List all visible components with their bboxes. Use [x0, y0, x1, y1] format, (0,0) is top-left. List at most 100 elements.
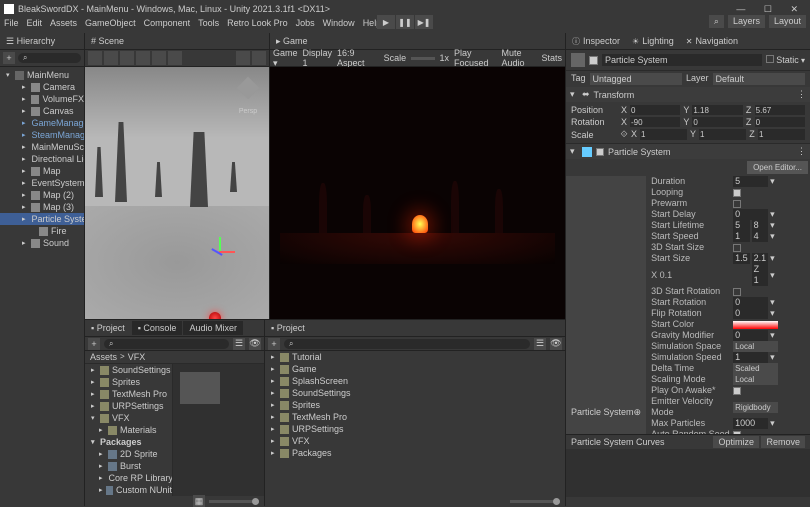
curve-dropdown-icon[interactable]: ▾ [770, 308, 778, 319]
ps-checkbox[interactable] [733, 189, 741, 197]
project-folder[interactable]: ▸URPSettings [85, 400, 172, 412]
play-focused[interactable]: Play Focused [454, 48, 496, 68]
project2-search[interactable]: ⌕ [284, 339, 530, 349]
maximize-button[interactable]: ☐ [756, 2, 780, 16]
tool-rotate[interactable] [120, 51, 134, 65]
project2-item[interactable]: ▸SoundSettings [265, 387, 565, 399]
mute-toggle[interactable]: Mute Audio [501, 48, 536, 68]
hierarchy-item[interactable]: ▸Particle System [0, 213, 84, 225]
static-checkbox[interactable] [766, 55, 774, 63]
ps-field[interactable]: 1 [733, 231, 750, 242]
ps-field[interactable]: 5 [733, 176, 768, 187]
ps-checkbox[interactable] [733, 387, 741, 395]
layers-dropdown[interactable]: Layers [728, 15, 765, 28]
package-item[interactable]: ▸2D Sprite [85, 448, 172, 460]
package-item[interactable]: ▸Custom NUnit [85, 484, 172, 496]
step-button[interactable]: ▶❚ [415, 15, 433, 29]
menu-retro look pro[interactable]: Retro Look Pro [227, 18, 288, 33]
scale-x[interactable] [640, 129, 687, 140]
hierarchy-item[interactable]: ▸SteamManager [0, 129, 84, 141]
project-tab[interactable]: ▪ Project [85, 321, 131, 335]
project2-item[interactable]: ▸TextMesh Pro [265, 411, 565, 423]
hierarchy-tab[interactable]: ☰ Hierarchy [0, 34, 61, 49]
search-icon[interactable]: ⌕ [709, 15, 724, 28]
project2-item[interactable]: ▸Sprites [265, 399, 565, 411]
project2-item[interactable]: ▸VFX [265, 435, 565, 447]
project2-item[interactable]: ▸URPSettings [265, 423, 565, 435]
component-menu-icon[interactable]: ⋮ [797, 89, 806, 100]
layout-dropdown[interactable]: Layout [769, 15, 806, 28]
game-tab[interactable]: ▸ Game [270, 34, 314, 49]
position-z[interactable] [755, 105, 805, 115]
list-view-icon[interactable]: ▦ [193, 495, 205, 507]
audio-mixer-tab[interactable]: Audio Mixer [183, 321, 243, 335]
ps-dropdown[interactable]: Rigidbody [733, 402, 778, 413]
curves-optimize[interactable]: Optimize [713, 436, 759, 448]
ps-checkbox[interactable] [733, 244, 741, 252]
game-dropdown[interactable]: Game ▾ [273, 48, 298, 69]
navigation-tab[interactable]: ✕ Navigation [680, 33, 744, 49]
curve-dropdown-icon[interactable]: ▾ [770, 297, 778, 308]
display-dropdown[interactable]: Display 1 [303, 48, 333, 68]
lighting-tab[interactable]: ☀ Lighting [626, 33, 680, 49]
packages-header[interactable]: ▾Packages [85, 436, 172, 448]
curve-dropdown-icon[interactable]: ▾ [770, 220, 778, 231]
package-item[interactable]: ▸Core RP Library [85, 472, 172, 484]
project2-item[interactable]: ▸SplashScreen [265, 375, 565, 387]
curves-remove[interactable]: Remove [761, 436, 805, 448]
ps-field[interactable]: 1000 [733, 418, 768, 429]
transform-gizmo[interactable] [205, 237, 235, 267]
ps-main-module[interactable]: Particle System⊕ Duration5▾LoopingPrewar… [566, 176, 810, 434]
hierarchy-item[interactable]: ▸Directional Light [0, 153, 84, 165]
transform-header[interactable]: ▾⬌Transform ⋮ [566, 87, 810, 102]
rotation-z[interactable] [755, 117, 805, 127]
ps-field[interactable]: 4 [752, 231, 769, 242]
ps-field[interactable]: 0 [733, 308, 768, 319]
scene-tab[interactable]: # Scene [85, 34, 130, 48]
hierarchy-search[interactable]: ⌕ [18, 53, 81, 63]
hierarchy-item[interactable]: ▸Camera [0, 81, 84, 93]
rotation-y[interactable] [692, 117, 742, 127]
ps-field[interactable]: 0 [733, 209, 768, 220]
position-x[interactable] [630, 105, 680, 115]
ps-field[interactable]: 5 [733, 220, 750, 231]
hierarchy-item[interactable]: Fire [0, 225, 84, 237]
ps-checkbox[interactable] [733, 288, 741, 296]
project-folder[interactable]: ▸SoundSettings [85, 364, 172, 376]
scale-z[interactable] [758, 129, 805, 140]
menu-assets[interactable]: Assets [50, 18, 77, 33]
curve-dropdown-icon[interactable]: ▾ [770, 418, 778, 429]
package-item[interactable]: ▸Burst [85, 460, 172, 472]
play-button[interactable]: ▶ [377, 15, 395, 29]
filter-icon[interactable]: ☰ [534, 338, 546, 350]
curve-dropdown-icon[interactable]: ▾ [770, 176, 778, 187]
curve-dropdown-icon[interactable]: ▾ [770, 270, 778, 281]
project-folder[interactable]: ▸Sprites [85, 376, 172, 388]
breadcrumb[interactable]: Assets > VFX [85, 351, 264, 364]
inspector-tab[interactable]: ⓘ Inspector [566, 33, 626, 49]
hierarchy-item[interactable]: ▸Map (2) [0, 189, 84, 201]
hierarchy-item[interactable]: ▸MainMenuSceneCo [0, 141, 84, 153]
menu-window[interactable]: Window [323, 18, 355, 33]
hierarchy-item[interactable]: ▸Map (3) [0, 201, 84, 213]
curve-dropdown-icon[interactable]: ▾ [770, 330, 778, 341]
ps-checkbox[interactable] [733, 200, 741, 208]
menu-component[interactable]: Component [144, 18, 191, 33]
hierarchy-item[interactable]: ▸Canvas [0, 105, 84, 117]
ps-dropdown[interactable]: Local [733, 341, 778, 352]
orientation-gizmo[interactable]: Persp [233, 73, 263, 103]
scene-root[interactable]: ▾ MainMenu [0, 69, 84, 81]
ps-dropdown[interactable]: Scaled [733, 363, 778, 374]
hierarchy-item[interactable]: ▸Map [0, 165, 84, 177]
ps-field[interactable]: Z 1 [752, 264, 769, 286]
tag-dropdown[interactable]: Untagged [590, 73, 682, 85]
ps-dropdown[interactable]: Local [733, 374, 778, 385]
curve-dropdown-icon[interactable]: ▾ [770, 253, 778, 264]
stats-toggle[interactable]: Stats [541, 53, 562, 63]
tool-view[interactable] [88, 51, 102, 65]
ps-field[interactable]: 1.5 [733, 253, 750, 264]
menu-gameobject[interactable]: GameObject [85, 18, 136, 33]
ps-enabled-checkbox[interactable] [596, 148, 604, 156]
eye-icon[interactable]: 👁 [249, 338, 261, 350]
curve-dropdown-icon[interactable]: ▾ [770, 231, 778, 242]
